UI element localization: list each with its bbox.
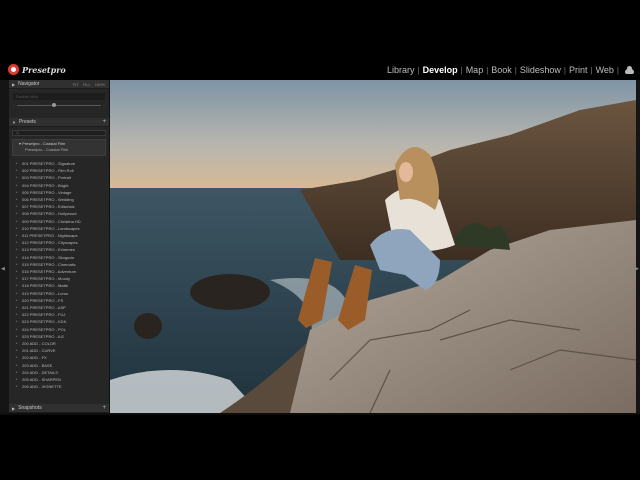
preset-item[interactable]: 206 ADD - VIGNETTE [12, 383, 106, 390]
preset-item[interactable]: 003 PRESETPRO - Portrait [12, 174, 106, 181]
cloud-icon[interactable] [625, 65, 634, 74]
add-preset-icon[interactable]: + [102, 119, 109, 125]
expand-triangle-icon: ▼ [12, 119, 16, 125]
preset-item[interactable]: 006 PRESETPRO - Wedding [12, 196, 106, 203]
photo-preview[interactable] [110, 80, 636, 413]
navigator-zoom-options: FIT FILL 100% [73, 82, 109, 87]
snapshots-title: Snapshots [18, 405, 42, 411]
preset-item[interactable]: 202 ADD - FX [12, 354, 106, 361]
module-slideshow[interactable]: Slideshow [518, 65, 563, 75]
zoom-100[interactable]: 100% [95, 82, 105, 87]
module-print[interactable]: Print [567, 65, 590, 75]
preset-item[interactable]: 205 ADD - SHARPEN [12, 376, 106, 383]
preset-item[interactable]: 010 PRESETPRO - Landscapes [12, 225, 106, 232]
preset-item[interactable]: 024 PRESETPRO - POL [12, 326, 106, 333]
presets-header[interactable]: ▼ Presets + [9, 118, 109, 127]
left-panel-toggle-icon[interactable]: ◀ [1, 266, 5, 272]
preset-item[interactable]: 014 PRESETPRO - Skogsvis [12, 254, 106, 261]
preset-item[interactable]: 012 PRESETPRO - Cityscapes [12, 239, 106, 246]
preset-item[interactable]: 204 ADD - DETAILS [12, 369, 106, 376]
slider-track[interactable] [17, 103, 101, 107]
letterbox-top [0, 0, 640, 58]
logo-text: Presetpro [22, 64, 66, 75]
module-develop[interactable]: Develop [421, 65, 460, 75]
preset-item[interactable]: 002 PRESETPRO - Film Roll [12, 167, 106, 174]
preset-group[interactable]: ▾ Presetpro - Coastal Film Presetpro - C… [12, 139, 106, 156]
logo-icon [8, 64, 19, 75]
zoom-fit[interactable]: FIT [73, 82, 79, 87]
navigator-body: Double click ▫ ▫ [9, 89, 109, 118]
lightroom-window: Presetpro Library | Develop | Map | Book… [0, 60, 640, 415]
preset-item[interactable]: 005 PRESETPRO - Vintage [12, 189, 106, 196]
snapshots-header[interactable]: ▶ Snapshots + [9, 404, 109, 413]
navigator-title: Navigator [18, 81, 40, 87]
zoom-fill[interactable]: FILL [83, 82, 91, 87]
collapse-triangle-icon: ▶ [12, 405, 16, 411]
preset-item[interactable]: 009 PRESETPRO - Christina HD [12, 218, 106, 225]
app-logo: Presetpro [8, 64, 66, 75]
preset-item[interactable]: 011 PRESETPRO - Nightscape [12, 232, 106, 239]
module-book[interactable]: Book [489, 65, 514, 75]
title-bar: Presetpro Library | Develop | Map | Book… [0, 60, 640, 80]
add-snapshot-icon[interactable]: + [102, 405, 109, 411]
slider-knob[interactable] [52, 103, 57, 107]
sea-rock [134, 313, 162, 339]
preset-item[interactable]: 201 ADD - CURVE [12, 347, 106, 354]
navigator-preview[interactable]: Double click [13, 93, 105, 100]
module-separator: | [616, 65, 619, 75]
preset-item[interactable]: 020 PRESETPRO - FS [12, 297, 106, 304]
preset-item[interactable]: 021 PRESETPRO - ASP [12, 304, 106, 311]
module-map[interactable]: Map [464, 65, 486, 75]
preset-filter-input[interactable]: Q [12, 130, 106, 136]
preset-item[interactable]: 008 PRESETPRO - Hollywood [12, 210, 106, 217]
preset-item[interactable]: 001 PRESETPRO - Signature [12, 160, 106, 167]
preset-item[interactable]: 022 PRESETPRO - FUJ [12, 311, 106, 318]
navigator-header[interactable]: ▶ Navigator FIT FILL 100% [9, 80, 109, 89]
collapse-triangle-icon: ▶ [12, 81, 16, 87]
slider-min-icon: ▫ [13, 103, 15, 108]
photo-image [110, 80, 636, 413]
presets-body: Q ▾ Presetpro - Coastal Film Presetpro -… [9, 127, 109, 405]
preset-item[interactable]: 016 PRESETPRO - Adventure [12, 268, 106, 275]
preset-item[interactable]: 025 PRESETPRO - ILE [12, 333, 106, 340]
preset-group-subtitle[interactable]: Presetpro - Coastal Film [19, 147, 105, 153]
preset-item[interactable]: 007 PRESETPRO - Editorials [12, 203, 106, 210]
module-picker: Library | Develop | Map | Book | Slidesh… [385, 65, 634, 75]
preset-item[interactable]: 015 PRESETPRO - Cinematic [12, 261, 106, 268]
presets-title: Presets [18, 119, 36, 125]
sea-rock [190, 274, 270, 310]
preset-item[interactable]: 018 PRESETPRO - Matte [12, 282, 106, 289]
letterbox-bottom [0, 415, 640, 480]
slider-max-icon: ▫ [103, 103, 105, 108]
navigator-slider[interactable]: ▫ ▫ [13, 103, 105, 108]
preset-item[interactable]: 023 PRESETPRO - KDK [12, 318, 106, 325]
preset-item[interactable]: 203 ADD - BASE [12, 362, 106, 369]
preset-item[interactable]: 017 PRESETPRO - Moody [12, 275, 106, 282]
face [399, 162, 413, 182]
preset-list: 001 PRESETPRO - Signature 002 PRESETPRO … [12, 160, 106, 391]
preset-item[interactable]: 004 PRESETPRO - Bright [12, 182, 106, 189]
module-web[interactable]: Web [594, 65, 616, 75]
preset-item[interactable]: 200 ADD - COLOR [12, 340, 106, 347]
preset-item[interactable]: 013 PRESETPRO - Extremes [12, 246, 106, 253]
left-panel: ▶ Navigator FIT FILL 100% Double click ▫… [9, 80, 110, 413]
module-library[interactable]: Library [385, 65, 417, 75]
preset-item[interactable]: 019 PRESETPRO - Lomo [12, 290, 106, 297]
